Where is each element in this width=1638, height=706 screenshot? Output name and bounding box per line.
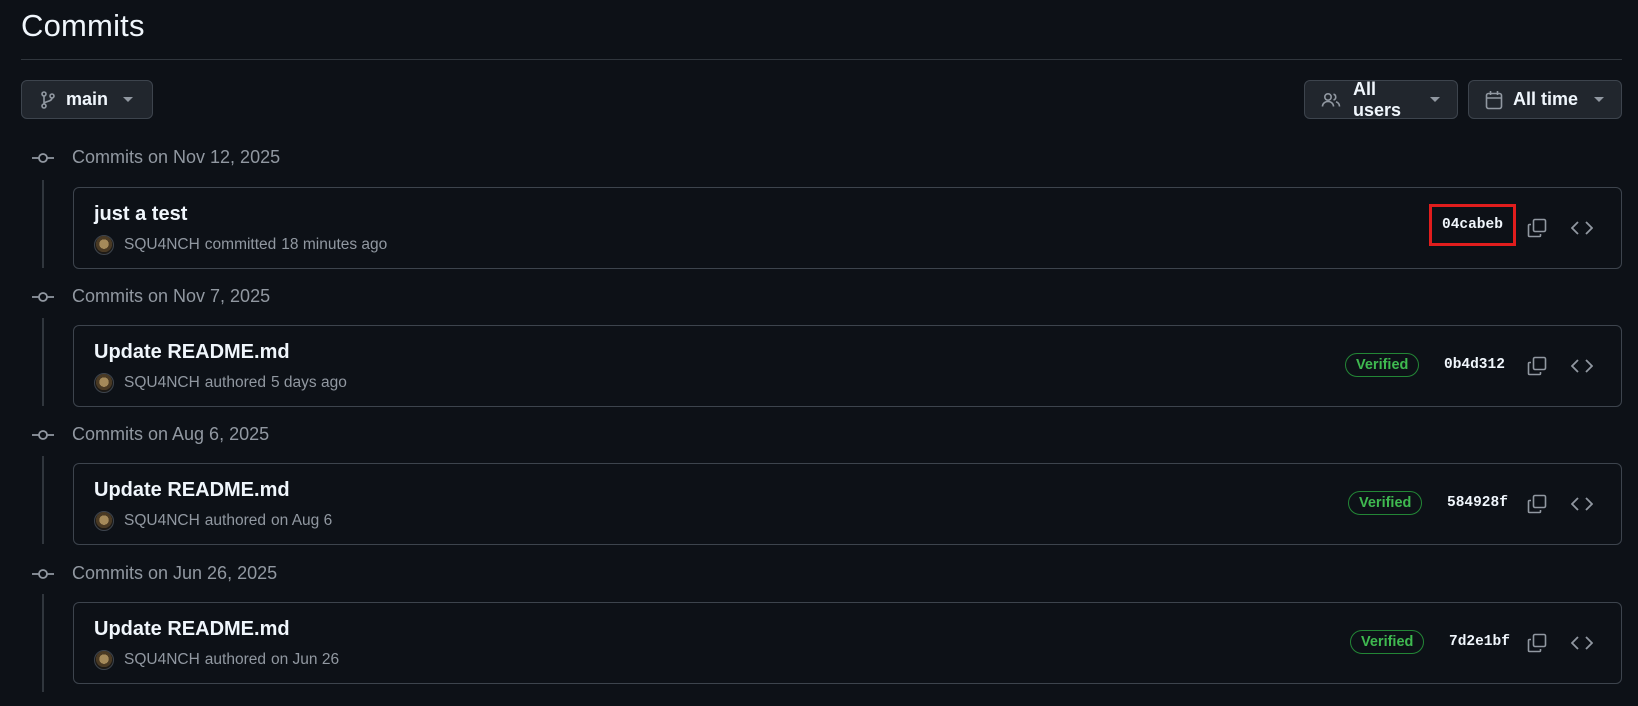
chevron-down-icon [1594,96,1604,102]
copy-icon [1527,633,1547,653]
title-divider [21,59,1622,60]
verified-badge[interactable]: Verified [1350,630,1425,654]
commit-action: committed [204,236,277,253]
commit-action: authored [204,512,266,529]
verified-badge[interactable]: Verified [1345,353,1420,377]
commit-meta: SQU4NCH committed 18 minutes ago [94,235,387,255]
git-branch-icon [41,90,55,109]
git-commit-icon [32,291,54,302]
page-title: Commits [21,8,145,43]
users-filter-button[interactable]: All users [1304,78,1458,120]
copy-sha-button[interactable] [1523,490,1551,518]
commit-action: authored [204,651,266,668]
avatar[interactable] [94,511,114,531]
timeline-line [42,318,44,406]
commit-time: on Aug 6 [271,512,333,529]
copy-sha-button[interactable] [1523,352,1551,380]
commit-group-heading: Commits on Nov 7, 2025 [32,286,270,307]
commit-row: Update README.md SQU4NCH authored 5 days… [73,325,1622,407]
code-icon [1571,636,1593,650]
commit-sha-link[interactable]: 04cabeb [1429,204,1516,246]
commit-row: Update README.md SQU4NCH authored on Aug… [73,463,1622,545]
browse-files-button[interactable] [1568,490,1596,518]
chevron-down-icon [1430,96,1440,102]
avatar[interactable] [94,373,114,393]
commit-author-link[interactable]: SQU4NCH [124,374,200,392]
timeline-line [42,456,44,544]
avatar[interactable] [94,650,114,670]
commit-group-date: Commits on Nov 12, 2025 [72,147,281,167]
commit-group-date: Commits on Aug 6, 2025 [72,424,270,444]
commit-message-link[interactable]: Update README.md [94,479,290,502]
calendar-icon [1485,90,1503,109]
browse-files-button[interactable] [1568,629,1596,657]
copy-sha-button[interactable] [1523,214,1551,242]
commit-time: 18 minutes ago [281,236,388,253]
chevron-down-icon [123,96,133,102]
browse-files-button[interactable] [1568,214,1596,242]
commit-meta: SQU4NCH authored on Jun 26 [94,650,339,670]
git-commit-icon [32,429,54,440]
commit-action: authored [204,374,266,391]
code-icon [1571,359,1593,373]
commit-author-link[interactable]: SQU4NCH [124,651,200,669]
git-commit-icon [32,152,54,163]
commit-time: 5 days ago [271,374,347,391]
commit-group-date: Commits on Nov 7, 2025 [72,286,271,306]
commit-row: Update README.md SQU4NCH authored on Jun… [73,602,1622,684]
commit-time: on Jun 26 [271,651,340,668]
browse-files-button[interactable] [1568,352,1596,380]
copy-icon [1527,494,1547,514]
commit-group-heading: Commits on Nov 12, 2025 [32,147,280,168]
branch-selector-label: main [66,89,109,109]
git-commit-icon [32,568,54,579]
commit-message-link[interactable]: Update README.md [94,341,290,364]
people-icon [1321,92,1341,107]
commit-meta: SQU4NCH authored 5 days ago [94,373,347,393]
commit-sha-link[interactable]: 584928f [1447,491,1508,515]
commit-group-date: Commits on Jun 26, 2025 [72,563,278,583]
copy-icon [1527,218,1547,238]
time-filter-button[interactable]: All time [1468,80,1622,119]
commit-row: just a test SQU4NCH committed 18 minutes… [73,187,1622,269]
branch-selector-button[interactable]: main [21,80,153,119]
commit-author-link[interactable]: SQU4NCH [124,512,200,530]
commit-sha-link[interactable]: 0b4d312 [1444,353,1505,377]
code-icon [1571,221,1593,235]
commit-group-heading: Commits on Aug 6, 2025 [32,424,269,445]
copy-icon [1527,356,1547,376]
commit-meta: SQU4NCH authored on Aug 6 [94,511,332,531]
commit-author-link[interactable]: SQU4NCH [124,236,200,254]
commit-group-heading: Commits on Jun 26, 2025 [32,563,277,584]
commit-message-link[interactable]: Update README.md [94,618,290,641]
code-icon [1571,497,1593,511]
commit-message-link[interactable]: just a test [94,203,187,226]
time-filter-label: All time [1513,89,1579,109]
commit-sha-link[interactable]: 7d2e1bf [1449,630,1510,654]
verified-badge[interactable]: Verified [1348,491,1423,515]
copy-sha-button[interactable] [1523,629,1551,657]
users-filter-label: All users [1353,78,1402,120]
avatar[interactable] [94,235,114,255]
timeline-line [42,180,44,268]
timeline-line [42,594,44,692]
